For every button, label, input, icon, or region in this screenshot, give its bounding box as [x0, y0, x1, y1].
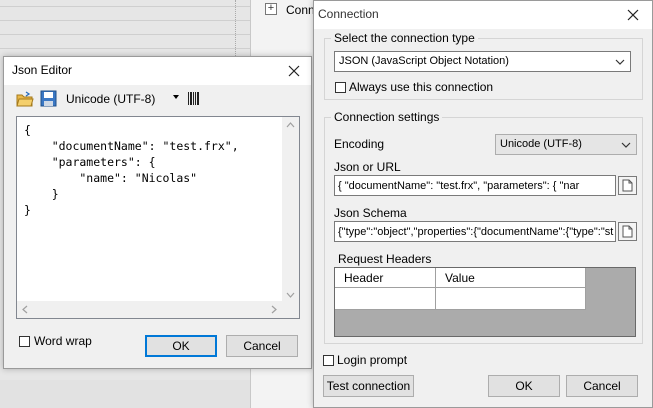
- connection-type-group-title: Select the connection type: [331, 31, 478, 45]
- background-grid-line: [0, 34, 250, 35]
- word-wrap-checkbox[interactable]: [19, 336, 30, 347]
- json-editor-cancel-button[interactable]: Cancel: [226, 335, 298, 357]
- background-guide-line: [235, 0, 236, 60]
- json-or-url-label: Json or URL: [334, 160, 401, 174]
- json-editor-window: Json Editor Unicode (UTF-8) { "documentN…: [3, 56, 312, 369]
- login-prompt-label: Login prompt: [337, 353, 408, 367]
- scroll-arrow-icon[interactable]: [271, 305, 277, 314]
- connection-title: Connection: [318, 7, 379, 21]
- chevron-down-icon: [615, 59, 625, 65]
- background-bottom-bar: [0, 380, 250, 408]
- grid-cell[interactable]: [436, 288, 586, 310]
- save-icon[interactable]: [40, 90, 57, 107]
- json-editor-ok-button[interactable]: OK: [145, 335, 217, 357]
- encoding-value: Unicode (UTF-8): [500, 138, 582, 150]
- grid-cell[interactable]: [335, 288, 436, 310]
- barcode-icon[interactable]: [188, 92, 200, 105]
- always-use-checkbox[interactable]: [335, 82, 346, 93]
- encoding-dropdown[interactable]: Unicode (UTF-8): [495, 134, 637, 155]
- connection-type-value: JSON (JavaScript Object Notation): [339, 55, 509, 67]
- json-schema-edit-button[interactable]: [618, 222, 637, 241]
- scroll-arrow-icon[interactable]: [286, 292, 295, 298]
- json-schema-field[interactable]: {"type":"object","properties":{"document…: [334, 221, 616, 242]
- connection-titlebar: Connection: [314, 1, 652, 29]
- login-prompt-checkbox[interactable]: [323, 355, 334, 366]
- background-grid-line: [0, 20, 250, 21]
- request-headers-grid[interactable]: Header Value: [334, 267, 636, 337]
- grid-column-header[interactable]: Value: [436, 268, 586, 288]
- json-schema-label: Json Schema: [334, 206, 407, 220]
- chevron-down-icon: [621, 142, 631, 148]
- grid-column-header[interactable]: Header: [335, 268, 436, 288]
- scroll-arrow-icon[interactable]: [22, 305, 28, 314]
- connection-window: Connection Select the connection type JS…: [313, 0, 653, 408]
- connection-cancel-button[interactable]: Cancel: [566, 375, 638, 397]
- json-text-area[interactable]: { "documentName": "test.frx", "parameter…: [16, 116, 300, 319]
- scrollbar-corner: [282, 301, 299, 318]
- plus-icon[interactable]: +: [265, 3, 277, 15]
- scroll-arrow-icon[interactable]: [286, 122, 295, 128]
- connection-ok-button[interactable]: OK: [488, 375, 560, 397]
- word-wrap-label: Word wrap: [34, 334, 92, 348]
- encoding-selector[interactable]: Unicode (UTF-8): [66, 92, 155, 106]
- document-icon: [622, 179, 633, 192]
- document-icon: [622, 225, 633, 238]
- background-grid-line: [0, 6, 250, 7]
- connection-type-group: Select the connection type JSON (JavaScr…: [324, 31, 643, 100]
- json-or-url-field[interactable]: { "documentName": "test.frx", "parameter…: [334, 175, 616, 196]
- horizontal-scrollbar[interactable]: [17, 301, 282, 318]
- connection-type-dropdown[interactable]: JSON (JavaScript Object Notation): [334, 51, 631, 72]
- json-content[interactable]: { "documentName": "test.frx", "parameter…: [24, 122, 239, 218]
- always-use-label: Always use this connection: [349, 80, 494, 94]
- json-editor-title: Json Editor: [12, 63, 73, 77]
- encoding-label: Encoding: [334, 137, 385, 151]
- background-grid-line: [0, 48, 250, 49]
- close-icon[interactable]: [620, 3, 646, 27]
- close-icon[interactable]: [281, 59, 307, 83]
- connection-settings-group-title: Connection settings: [331, 110, 443, 124]
- json-or-url-edit-button[interactable]: [618, 176, 637, 195]
- dropdown-arrow-icon[interactable]: [173, 95, 179, 99]
- test-connection-button[interactable]: Test connection: [323, 375, 414, 397]
- vertical-scrollbar[interactable]: [282, 117, 299, 303]
- open-folder-icon[interactable]: [16, 91, 34, 107]
- request-headers-label: Request Headers: [338, 252, 432, 266]
- json-editor-titlebar: Json Editor: [4, 57, 311, 85]
